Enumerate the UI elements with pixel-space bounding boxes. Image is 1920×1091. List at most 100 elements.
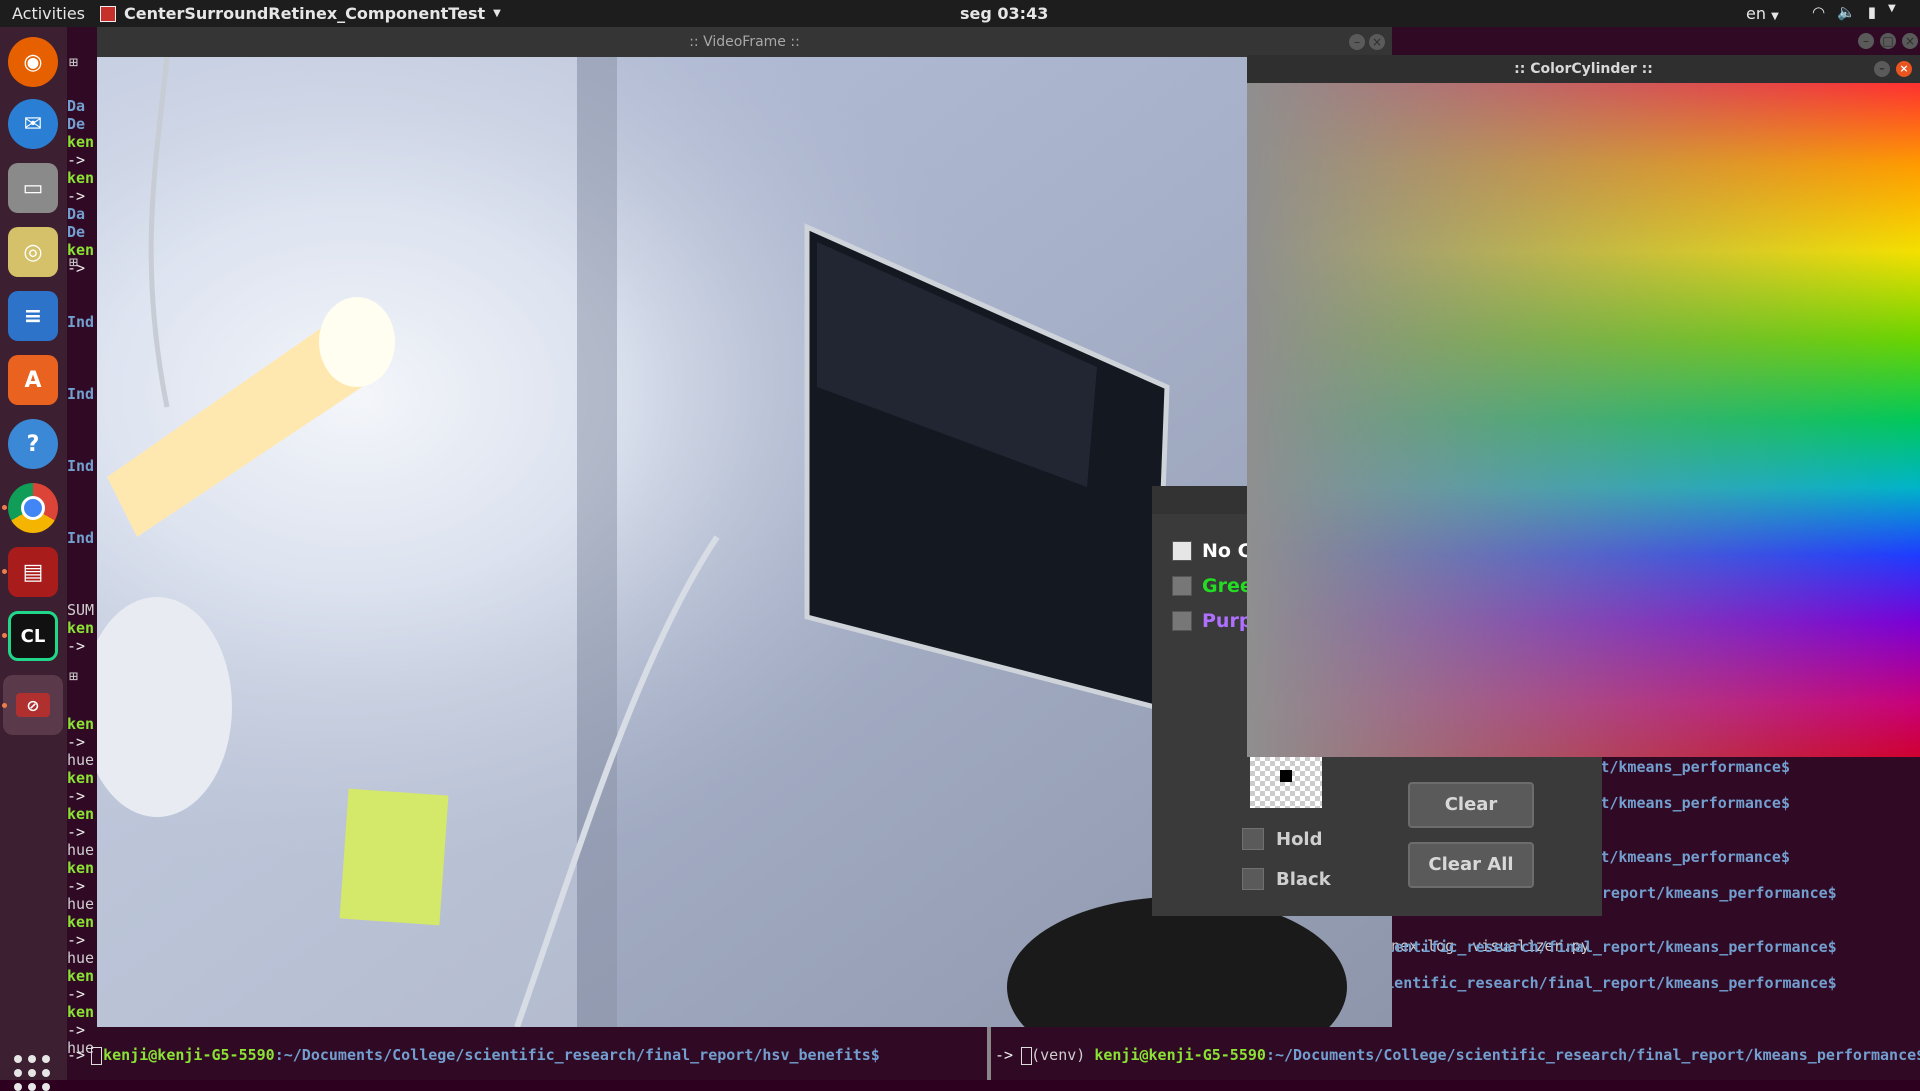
terminal-tab-icon[interactable]: ⊞: [69, 253, 78, 271]
cursor: [1021, 1047, 1032, 1065]
dock-item-clion[interactable]: CL: [8, 611, 58, 661]
terminal-line: ->: [67, 787, 86, 805]
checkbox[interactable]: [1172, 611, 1192, 631]
dock-item-rhythmbox[interactable]: ◎: [8, 227, 58, 277]
prompt-arrow: ->: [995, 1046, 1014, 1064]
minimize-icon[interactable]: –: [1858, 33, 1874, 49]
terminal-line: ge/scientific_research/final_report/kmea…: [1340, 974, 1837, 992]
clion-icon: CL: [20, 625, 46, 647]
terminal-prompt-left: kenji@kenji-G5-5590:~/Documents/College/…: [67, 1028, 880, 1082]
terminal-line: ken: [67, 133, 95, 151]
system-tray[interactable]: ◠ 🔈 ▮ ▼: [1812, 3, 1896, 21]
show-applications-icon[interactable]: [14, 1055, 50, 1091]
close-icon[interactable]: ×: [1369, 34, 1385, 50]
pane-divider[interactable]: [987, 1027, 991, 1080]
checkbox[interactable]: [1242, 828, 1264, 850]
prompt-path: :~/Documents/College/scientific_research…: [274, 1046, 880, 1064]
running-indicator: [2, 569, 7, 574]
prompt-path: :~/Documents/College/scientific_research…: [1265, 1046, 1920, 1064]
dock-item-help[interactable]: ?: [8, 419, 58, 469]
no-entry-icon: ⊘: [16, 693, 50, 717]
mail-icon: ✉: [23, 111, 43, 137]
window-title-bar[interactable]: :: VideoFrame :: – ×: [97, 27, 1392, 57]
app-menu[interactable]: CenterSurroundRetinex_ComponentTest ▼: [100, 4, 501, 23]
terminal-line: ge/scientific_research/final_report/kmea…: [1340, 938, 1837, 956]
document-icon: ≡: [23, 303, 43, 329]
activities-button[interactable]: Activities: [12, 4, 85, 23]
dock: ◉ ✉ ▭ ◎ ≡ A ? ▤ CL ⊘: [0, 27, 67, 1091]
checkbox[interactable]: [1172, 541, 1192, 561]
app-icon: ▤: [22, 559, 44, 585]
clear-all-button[interactable]: Clear All: [1408, 842, 1534, 888]
sticky-note: [339, 788, 449, 926]
dock-item-software[interactable]: A: [8, 355, 58, 405]
app-icon: [100, 5, 116, 22]
maximize-icon[interactable]: □: [1880, 33, 1896, 49]
checkbox[interactable]: [1172, 576, 1192, 596]
terminal-prompt-right: (venv) kenji@kenji-G5-5590:~/Documents/C…: [995, 1028, 1920, 1082]
dock-item-files[interactable]: ▭: [8, 163, 58, 213]
terminal-line: ken: [67, 859, 95, 877]
prompt-user: kenji@kenji-G5-5590: [1094, 1046, 1266, 1064]
chevron-down-icon: ▼: [493, 8, 501, 19]
terminal-tab-icon[interactable]: ⊞: [69, 667, 78, 685]
terminal-line: ->: [67, 877, 86, 895]
terminal-line: ->: [67, 985, 86, 1003]
dock-item-app-red[interactable]: ▤: [8, 547, 58, 597]
chrome-icon: [21, 496, 45, 520]
close-icon[interactable]: ×: [1902, 33, 1918, 49]
running-indicator: [2, 633, 7, 638]
terminal-line: ->: [67, 733, 86, 751]
volume-icon: 🔈: [1837, 3, 1856, 21]
black-checkbox[interactable]: Black: [1242, 868, 1331, 890]
door-frame: [577, 57, 617, 1027]
terminal-line: ->: [67, 151, 86, 169]
color-swatch: [1250, 756, 1322, 808]
firefox-icon: ◉: [23, 49, 43, 75]
color-cylinder-window[interactable]: :: ColorCylinder :: – ×: [1247, 55, 1920, 757]
top-bar: Activities CenterSurroundRetinex_Compone…: [0, 0, 1920, 27]
dock-item-current-app[interactable]: ⊘: [3, 675, 63, 735]
hold-label: Hold: [1276, 828, 1323, 850]
window-title: :: VideoFrame ::: [689, 34, 800, 50]
black-label: Black: [1276, 868, 1331, 890]
chevron-down-icon: ▼: [1888, 3, 1896, 14]
option-purple[interactable]: Purp: [1172, 610, 1252, 632]
terminal-line: Da: [67, 205, 86, 223]
store-icon: A: [24, 367, 42, 393]
checkbox[interactable]: [1242, 868, 1264, 890]
dock-item-chrome[interactable]: [8, 483, 58, 533]
terminal-line: ->: [67, 931, 86, 949]
terminal-line: hue: [67, 841, 95, 859]
prompt-user: kenji@kenji-G5-5590: [103, 1046, 275, 1064]
terminal-window-controls: – □ ×: [1858, 33, 1918, 49]
terminal-line: Ind: [67, 385, 95, 403]
terminal-line: ken: [67, 1003, 95, 1021]
minimize-icon[interactable]: –: [1349, 34, 1365, 50]
option-no-color[interactable]: No C: [1172, 540, 1252, 562]
color-cylinder-canvas[interactable]: [1247, 83, 1920, 757]
language-indicator[interactable]: en ▼: [1746, 4, 1779, 23]
terminal-line: ->: [67, 187, 86, 205]
terminal-line: ken: [67, 715, 95, 733]
terminal-line: De: [67, 223, 86, 241]
dock-item-writer[interactable]: ≡: [8, 291, 58, 341]
battery-icon: ▮: [1867, 3, 1877, 21]
minimize-icon[interactable]: –: [1874, 61, 1890, 77]
close-icon[interactable]: ×: [1896, 61, 1912, 77]
terminal-line: ken: [67, 769, 95, 787]
clock[interactable]: seg 03:43: [960, 4, 1048, 23]
folder-icon: ▭: [22, 175, 44, 201]
option-green[interactable]: Gree: [1172, 575, 1253, 597]
terminal-line: hue: [67, 751, 95, 769]
window-title-bar[interactable]: :: ColorCylinder :: – ×: [1247, 55, 1920, 83]
dock-item-thunderbird[interactable]: ✉: [8, 99, 58, 149]
terminal-line: ken: [67, 967, 95, 985]
terminal-line: De: [67, 115, 86, 133]
terminal-tab-icon[interactable]: ⊞: [69, 53, 78, 71]
terminal-line: ken: [67, 805, 95, 823]
hold-checkbox[interactable]: Hold: [1242, 828, 1323, 850]
terminal-line: Ind: [67, 457, 95, 475]
clear-button[interactable]: Clear: [1408, 782, 1534, 828]
dock-item-firefox[interactable]: ◉: [8, 37, 58, 87]
